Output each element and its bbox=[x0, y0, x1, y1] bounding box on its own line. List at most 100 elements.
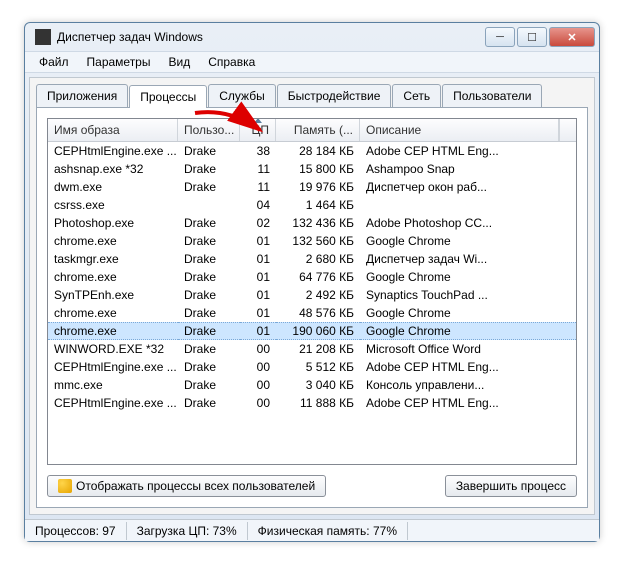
cell-mem: 1 464 КБ bbox=[276, 197, 360, 213]
cell-desc: Ashampoo Snap bbox=[360, 161, 576, 177]
col-image-name[interactable]: Имя образа bbox=[48, 119, 178, 141]
cell-cpu: 00 bbox=[240, 341, 276, 357]
end-process-button[interactable]: Завершить процесс bbox=[445, 475, 577, 497]
cell-mem: 21 208 КБ bbox=[276, 341, 360, 357]
status-cpu: Загрузка ЦП: 73% bbox=[127, 522, 248, 540]
col-description[interactable]: Описание bbox=[360, 119, 559, 141]
cell-user: Drake bbox=[178, 233, 240, 249]
minimize-button[interactable]: ─ bbox=[485, 27, 515, 47]
cell-cpu: 11 bbox=[240, 161, 276, 177]
table-row[interactable]: CEPHtmlEngine.exe ...Drake0011 888 КБAdo… bbox=[48, 394, 576, 412]
table-row[interactable]: Photoshop.exeDrake02132 436 КБAdobe Phot… bbox=[48, 214, 576, 232]
cell-mem: 64 776 КБ bbox=[276, 269, 360, 285]
process-listview[interactable]: Имя образа Пользо... ЦП Память (... Опис… bbox=[47, 118, 577, 465]
col-cpu[interactable]: ЦП bbox=[240, 119, 276, 141]
tab-performance[interactable]: Быстродействие bbox=[277, 84, 392, 107]
cell-desc: Microsoft Office Word bbox=[360, 341, 576, 357]
table-row[interactable]: chrome.exeDrake01190 060 КБGoogle Chrome bbox=[48, 322, 576, 340]
sort-arrow-icon bbox=[254, 119, 262, 123]
table-row[interactable]: CEPHtmlEngine.exe ...Drake005 512 КБAdob… bbox=[48, 358, 576, 376]
window-title: Диспетчер задач Windows bbox=[57, 30, 483, 44]
cell-cpu: 01 bbox=[240, 287, 276, 303]
cell-name: dwm.exe bbox=[48, 179, 178, 195]
cell-desc: Google Chrome bbox=[360, 233, 576, 249]
cell-cpu: 00 bbox=[240, 377, 276, 393]
cell-name: csrss.exe bbox=[48, 197, 178, 213]
cell-desc: Adobe CEP HTML Eng... bbox=[360, 395, 576, 411]
cell-name: chrome.exe bbox=[48, 322, 178, 340]
tab-users[interactable]: Пользователи bbox=[442, 84, 542, 107]
cell-user: Drake bbox=[178, 359, 240, 375]
table-row[interactable]: taskmgr.exeDrake012 680 КБДиспетчер зада… bbox=[48, 250, 576, 268]
cell-name: mmc.exe bbox=[48, 377, 178, 393]
cell-mem: 48 576 КБ bbox=[276, 305, 360, 321]
tab-strip: Приложения Процессы Службы Быстродействи… bbox=[30, 78, 594, 107]
cell-desc: Adobe Photoshop CC... bbox=[360, 215, 576, 231]
table-row[interactable]: chrome.exeDrake0148 576 КБGoogle Chrome bbox=[48, 304, 576, 322]
tab-applications[interactable]: Приложения bbox=[36, 84, 128, 107]
maximize-button[interactable]: ☐ bbox=[517, 27, 547, 47]
menu-file[interactable]: Файл bbox=[31, 53, 77, 71]
cell-desc: Adobe CEP HTML Eng... bbox=[360, 143, 576, 159]
cell-mem: 15 800 КБ bbox=[276, 161, 360, 177]
col-user[interactable]: Пользо... bbox=[178, 119, 240, 141]
tab-services[interactable]: Службы bbox=[208, 84, 275, 107]
cell-desc: Консоль управлени... bbox=[360, 377, 576, 393]
cell-cpu: 00 bbox=[240, 395, 276, 411]
cell-user: Drake bbox=[178, 179, 240, 195]
cell-mem: 3 040 КБ bbox=[276, 377, 360, 393]
tab-processes[interactable]: Процессы bbox=[129, 85, 207, 108]
cell-mem: 2 492 КБ bbox=[276, 287, 360, 303]
cell-desc: Диспетчер окон раб... bbox=[360, 179, 576, 195]
cell-mem: 2 680 КБ bbox=[276, 251, 360, 267]
cell-cpu: 01 bbox=[240, 322, 276, 340]
listview-header: Имя образа Пользо... ЦП Память (... Опис… bbox=[48, 119, 576, 142]
col-memory[interactable]: Память (... bbox=[276, 119, 360, 141]
show-all-users-button[interactable]: Отображать процессы всех пользователей bbox=[47, 475, 326, 497]
menu-help[interactable]: Справка bbox=[200, 53, 263, 71]
cell-user: Drake bbox=[178, 341, 240, 357]
scrollbar-head-spacer bbox=[559, 119, 576, 141]
close-button[interactable]: ✕ bbox=[549, 27, 595, 47]
titlebar[interactable]: Диспетчер задач Windows ─ ☐ ✕ bbox=[25, 23, 599, 51]
cell-name: chrome.exe bbox=[48, 305, 178, 321]
cell-mem: 28 184 КБ bbox=[276, 143, 360, 159]
cell-name: WINWORD.EXE *32 bbox=[48, 341, 178, 357]
statusbar: Процессов: 97 Загрузка ЦП: 73% Физическа… bbox=[25, 519, 599, 541]
cell-desc: Google Chrome bbox=[360, 305, 576, 321]
table-row[interactable]: CEPHtmlEngine.exe ...Drake3828 184 КБAdo… bbox=[48, 142, 576, 160]
table-row[interactable]: csrss.exe041 464 КБ bbox=[48, 196, 576, 214]
menubar: Файл Параметры Вид Справка bbox=[25, 51, 599, 73]
status-memory: Физическая память: 77% bbox=[248, 522, 408, 540]
table-row[interactable]: mmc.exeDrake003 040 КБКонсоль управлени.… bbox=[48, 376, 576, 394]
uac-shield-icon bbox=[58, 479, 72, 493]
table-row[interactable]: chrome.exeDrake0164 776 КБGoogle Chrome bbox=[48, 268, 576, 286]
cell-name: chrome.exe bbox=[48, 233, 178, 249]
cell-user: Drake bbox=[178, 305, 240, 321]
client-area: Приложения Процессы Службы Быстродействи… bbox=[29, 77, 595, 515]
cell-name: Photoshop.exe bbox=[48, 215, 178, 231]
cell-mem: 132 560 КБ bbox=[276, 233, 360, 249]
buttons-row: Отображать процессы всех пользователей З… bbox=[47, 475, 577, 497]
cell-name: ashsnap.exe *32 bbox=[48, 161, 178, 177]
cell-desc: Adobe CEP HTML Eng... bbox=[360, 359, 576, 375]
cell-user: Drake bbox=[178, 287, 240, 303]
cell-mem: 11 888 КБ bbox=[276, 395, 360, 411]
cell-cpu: 01 bbox=[240, 251, 276, 267]
cell-cpu: 00 bbox=[240, 359, 276, 375]
cell-user: Drake bbox=[178, 377, 240, 393]
cell-user: Drake bbox=[178, 143, 240, 159]
table-row[interactable]: SynTPEnh.exeDrake012 492 КБSynaptics Tou… bbox=[48, 286, 576, 304]
listview-body[interactable]: CEPHtmlEngine.exe ...Drake3828 184 КБAdo… bbox=[48, 142, 576, 464]
menu-view[interactable]: Вид bbox=[160, 53, 198, 71]
tab-network[interactable]: Сеть bbox=[392, 84, 441, 107]
table-row[interactable]: chrome.exeDrake01132 560 КБGoogle Chrome bbox=[48, 232, 576, 250]
menu-options[interactable]: Параметры bbox=[79, 53, 159, 71]
table-row[interactable]: dwm.exeDrake1119 976 КБДиспетчер окон ра… bbox=[48, 178, 576, 196]
cell-mem: 19 976 КБ bbox=[276, 179, 360, 195]
table-row[interactable]: WINWORD.EXE *32Drake0021 208 КБMicrosoft… bbox=[48, 340, 576, 358]
table-row[interactable]: ashsnap.exe *32Drake1115 800 КБAshampoo … bbox=[48, 160, 576, 178]
cell-cpu: 01 bbox=[240, 269, 276, 285]
cell-user: Drake bbox=[178, 269, 240, 285]
cell-cpu: 01 bbox=[240, 233, 276, 249]
